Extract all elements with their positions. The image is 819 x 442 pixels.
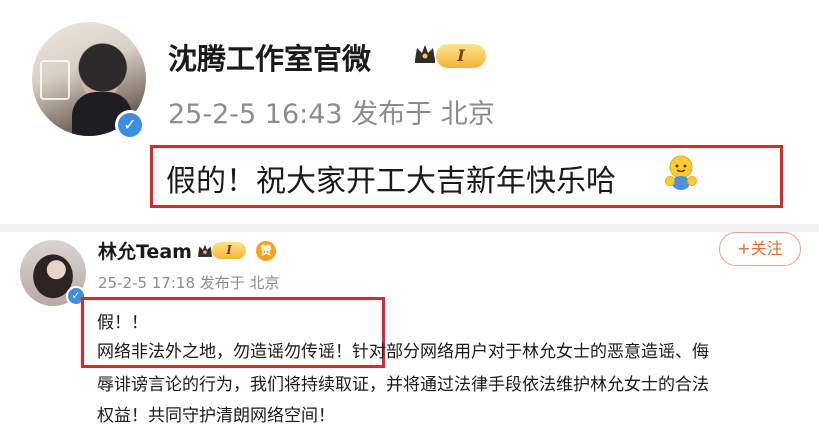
level-badge: I <box>436 44 486 68</box>
post-shenteng: ✓ 沈腾工作室官微 I 25-2-5 16:43 发布于 北京 假的！祝大家开工… <box>0 0 819 224</box>
post-text-line: 辱诽谤言论的行为，我们将持续取证，并将通过法律手段依法维护林允女士的合法 <box>97 375 709 395</box>
post-meta: 25-2-5 17:18 发布于 北京 <box>98 274 280 292</box>
post-text-line: 网络非法外之地，勿造谣勿传谣！针对部分网络用户对于林允女士的恶意造谣、侮 <box>97 342 709 362</box>
post-text: 假的！祝大家开工大吉新年快乐哈 <box>166 164 616 199</box>
post-text-line: 假！！ <box>97 313 148 333</box>
post-divider <box>0 224 819 232</box>
crown-icon <box>415 45 435 63</box>
post-meta: 25-2-5 16:43 发布于 北京 <box>168 99 495 130</box>
emoji-hug-icon <box>665 155 697 190</box>
verified-icon: ✓ <box>115 110 145 140</box>
badge-icon: 赞 <box>256 241 276 261</box>
follow-button[interactable]: +关注 <box>719 232 801 266</box>
post-linyun: ✓ 林允Team I 赞 25-2-5 17:18 发布于 北京 +关注 假！！… <box>0 232 819 442</box>
post-text-line: 权益！共同守护清朗网络空间！ <box>97 406 335 426</box>
level-badge: I <box>212 242 246 259</box>
author-name[interactable]: 林允Team <box>98 237 192 264</box>
author-name[interactable]: 沈腾工作室官微 <box>168 36 371 78</box>
